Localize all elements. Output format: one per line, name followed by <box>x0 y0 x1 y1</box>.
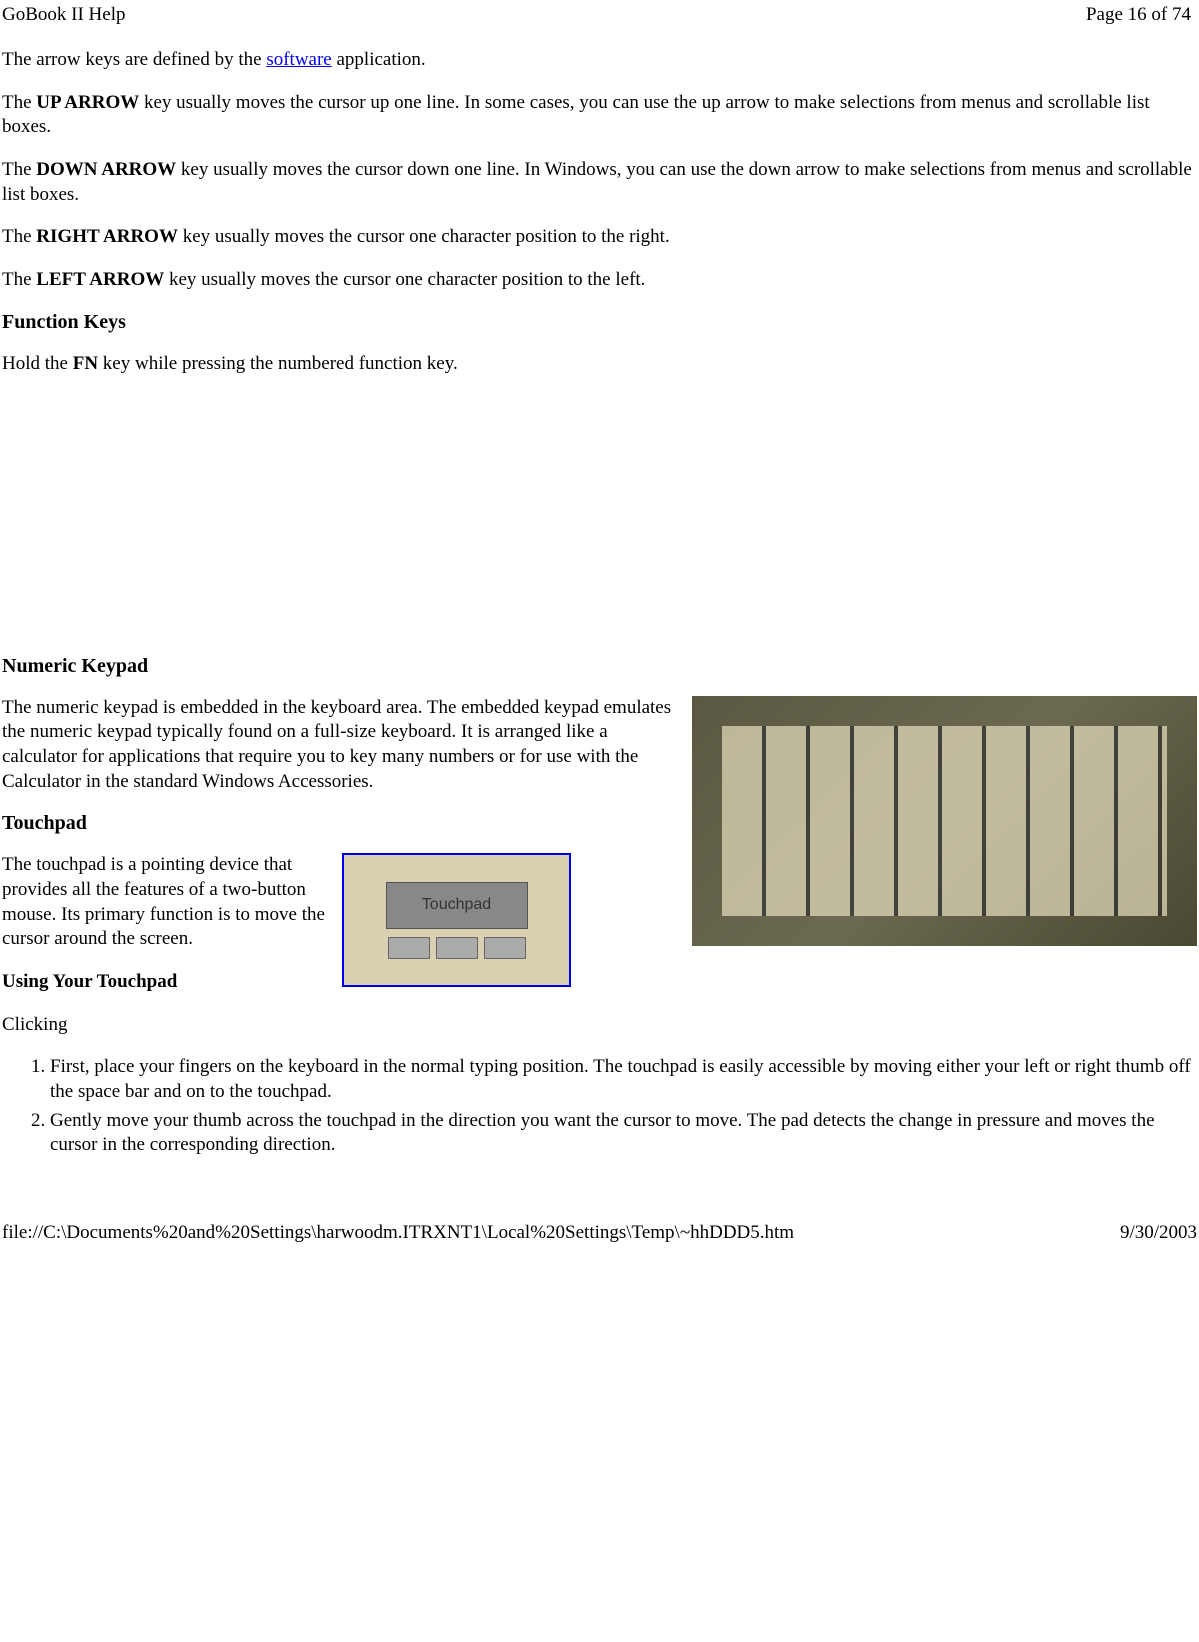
footer-path: file://C:\Documents%20and%20Settings\har… <box>2 1222 794 1244</box>
footer-date: 9/30/2003 <box>1120 1222 1197 1244</box>
content-area: The arrow keys are defined by the softwa… <box>0 28 1199 1158</box>
left-text: key usually moves the cursor one charact… <box>164 269 645 290</box>
function-keys-paragraph: Hold the FN key while pressing the numbe… <box>2 352 1197 377</box>
left-prefix: The <box>2 269 36 290</box>
numeric-paragraph: The numeric keypad is embedded in the ke… <box>2 696 682 795</box>
fn-label: FN <box>73 353 98 374</box>
right-arrow-paragraph: The RIGHT ARROW key usually moves the cu… <box>2 225 1197 250</box>
down-arrow-label: DOWN ARROW <box>36 159 176 180</box>
list-item: First, place your fingers on the keyboar… <box>50 1055 1197 1104</box>
using-touchpad-heading: Using Your Touchpad <box>2 970 332 995</box>
numeric-keypad-heading: Numeric Keypad <box>2 655 1197 678</box>
list-item: Gently move your thumb across the touchp… <box>50 1109 1197 1158</box>
touchpad-heading: Touchpad <box>2 812 682 835</box>
clicking-heading: Clicking <box>2 1013 1197 1038</box>
intro-prefix: The arrow keys are defined by the <box>2 49 266 70</box>
header-page-indicator: Page 16 of 74 <box>1086 4 1191 26</box>
right-text: key usually moves the cursor one charact… <box>178 226 670 247</box>
touchpad-paragraph: The touchpad is a pointing device that p… <box>2 853 332 952</box>
left-arrow-paragraph: The LEFT ARROW key usually moves the cur… <box>2 268 1197 293</box>
down-prefix: The <box>2 159 36 180</box>
header-title: GoBook II Help <box>2 4 125 26</box>
touchpad-section: The touchpad is a pointing device that p… <box>2 853 682 1012</box>
up-arrow-label: UP ARROW <box>36 92 139 113</box>
software-link[interactable]: software <box>266 49 331 70</box>
left-arrow-label: LEFT ARROW <box>36 269 164 290</box>
intro-suffix: application. <box>332 49 426 70</box>
function-keys-heading: Function Keys <box>2 311 1197 334</box>
up-prefix: The <box>2 92 36 113</box>
fn-prefix: Hold the <box>2 353 73 374</box>
touchpad-buttons-row <box>388 937 526 959</box>
touchpad-button-middle <box>436 937 478 959</box>
right-arrow-label: RIGHT ARROW <box>36 226 178 247</box>
up-arrow-paragraph: The UP ARROW key usually moves the curso… <box>2 91 1197 140</box>
page-header: GoBook II Help Page 16 of 74 <box>0 0 1199 28</box>
numeric-section: The numeric keypad is embedded in the ke… <box>2 696 1197 1013</box>
numeric-text-block: The numeric keypad is embedded in the ke… <box>2 696 682 1013</box>
right-prefix: The <box>2 226 36 247</box>
fn-text: key while pressing the numbered function… <box>98 353 458 374</box>
spacer <box>2 395 1197 655</box>
up-text: key usually moves the cursor up one line… <box>2 92 1150 138</box>
intro-paragraph: The arrow keys are defined by the softwa… <box>2 48 1197 73</box>
clicking-steps-list: First, place your fingers on the keyboar… <box>2 1055 1197 1158</box>
page-footer: file://C:\Documents%20and%20Settings\har… <box>0 1218 1199 1250</box>
down-text: key usually moves the cursor down one li… <box>2 159 1192 205</box>
touchpad-screen-label: Touchpad <box>386 882 528 929</box>
touchpad-button-right <box>484 937 526 959</box>
touchpad-button-left <box>388 937 430 959</box>
touchpad-image: Touchpad <box>342 853 571 987</box>
down-arrow-paragraph: The DOWN ARROW key usually moves the cur… <box>2 158 1197 207</box>
touchpad-text-block: The touchpad is a pointing device that p… <box>2 853 332 1012</box>
keyboard-image <box>692 696 1197 946</box>
